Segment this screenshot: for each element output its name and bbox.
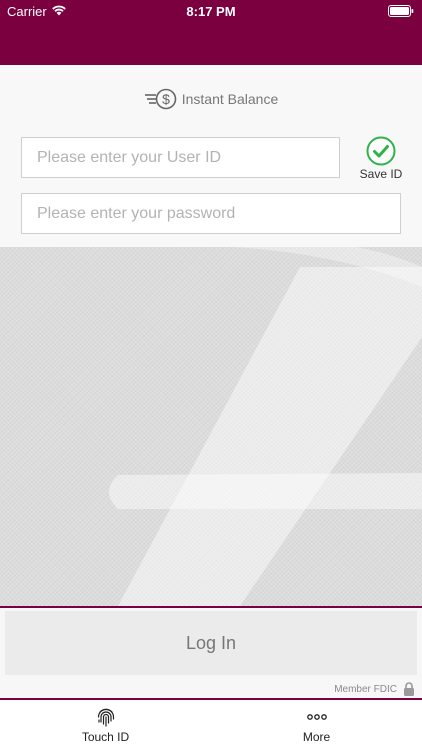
- brand-watermark-logo: [109, 247, 422, 606]
- instant-balance-dollar-icon: $: [144, 88, 177, 110]
- save-id-toggle[interactable]: Save ID: [356, 136, 406, 184]
- lock-icon: [404, 682, 414, 696]
- tab-more-label: More: [302, 730, 331, 744]
- password-input[interactable]: [21, 193, 401, 234]
- app-screen: Carrier 8:17 PM $ Instant Balance Please…: [0, 0, 422, 750]
- background-pattern: [0, 247, 422, 606]
- status-time: 8:17 PM: [186, 4, 236, 19]
- check-circle-icon: [366, 136, 396, 166]
- divider: [0, 606, 422, 608]
- login-button[interactable]: Log In: [5, 611, 417, 675]
- fingerprint-icon: [97, 708, 114, 727]
- bottom-tab-bar: Touch ID More: [0, 698, 422, 750]
- tab-touch-id[interactable]: Touch ID: [0, 700, 211, 750]
- instant-balance-link[interactable]: $ Instant Balance: [0, 86, 422, 112]
- tab-more[interactable]: More: [211, 700, 422, 750]
- status-bar: Carrier 8:17 PM: [0, 0, 422, 22]
- more-dots-icon: [306, 714, 327, 720]
- save-id-label: Save ID: [359, 167, 403, 181]
- member-fdic-notice: Member FDIC: [334, 681, 415, 697]
- tab-touch-id-label: Touch ID: [81, 730, 130, 744]
- member-fdic-label: Member FDIC: [334, 683, 397, 695]
- header-bar: Carrier 8:17 PM: [0, 0, 422, 65]
- user-id-input[interactable]: [21, 137, 340, 178]
- instant-balance-label: Instant Balance: [181, 91, 279, 107]
- battery-icon: [388, 5, 414, 17]
- svg-text:$: $: [162, 91, 170, 107]
